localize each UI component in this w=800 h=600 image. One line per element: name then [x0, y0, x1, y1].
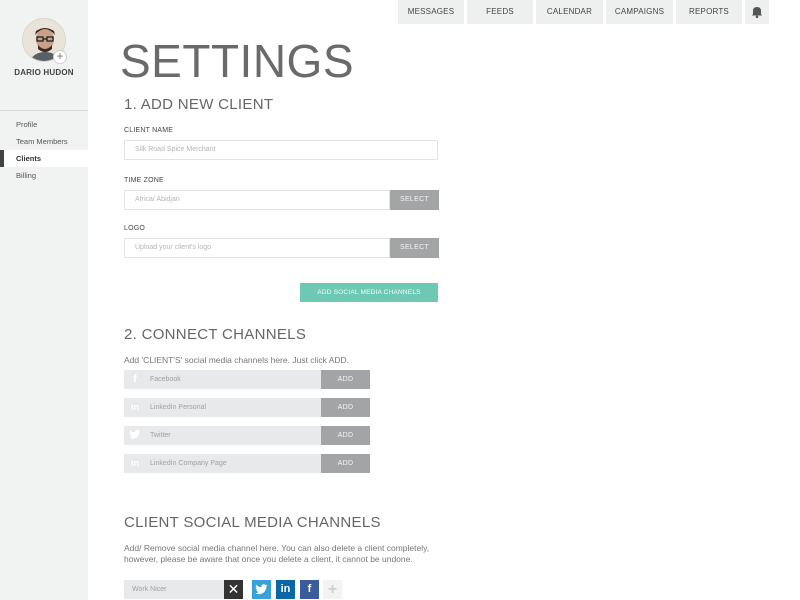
- timezone-input[interactable]: Africa/ Abidjan: [124, 190, 390, 210]
- connect-channels-title: 2. CONNECT CHANNELS: [124, 326, 307, 343]
- add-photo-icon[interactable]: +: [53, 50, 67, 64]
- sidebar-menu: Profile Team Members Clients Billing: [0, 116, 88, 184]
- logo-select-button[interactable]: SELECT: [390, 238, 439, 258]
- add-facebook-button[interactable]: ADD: [321, 370, 370, 389]
- client-channels-helper-line2: however, please be aware that once you d…: [124, 554, 413, 564]
- add-social-media-channels-button[interactable]: ADD SOCIAL MEDIA CHANNELS: [300, 283, 438, 302]
- channel-row-facebook: f Facebook ADD: [124, 370, 370, 389]
- channel-name: LinkedIn Company Page: [150, 460, 227, 467]
- page-title: SETTINGS: [120, 34, 354, 88]
- add-linkedin-personal-button[interactable]: ADD: [321, 398, 370, 417]
- nav-reports[interactable]: REPORTS: [676, 0, 742, 24]
- twitter-icon: [128, 429, 142, 442]
- channel-row-linkedin-personal: in LinkedIn Personal ADD: [124, 398, 370, 417]
- sidebar: + DARIO HUDON Profile Team Members Clien…: [0, 0, 88, 600]
- sidebar-item-team-members[interactable]: Team Members: [0, 133, 88, 150]
- add-client-title: 1. ADD NEW CLIENT: [124, 96, 274, 113]
- nav-feeds[interactable]: FEEDS: [467, 0, 533, 24]
- connect-helper-text: Add 'CLIENT'S' social media channels her…: [124, 355, 350, 365]
- nav-calendar[interactable]: CALENDAR: [536, 0, 603, 24]
- twitter-icon[interactable]: [252, 580, 271, 599]
- add-linkedin-company-button[interactable]: ADD: [321, 454, 370, 473]
- client-name-label: CLIENT NAME: [124, 127, 174, 134]
- facebook-icon[interactable]: f: [300, 580, 319, 599]
- logo-label: LOGO: [124, 225, 146, 232]
- logo-upload-input[interactable]: Upload your client's logo: [124, 238, 390, 258]
- add-twitter-button[interactable]: ADD: [321, 426, 370, 445]
- channel-row-linkedin-company: in LinkedIn Company Page ADD: [124, 454, 370, 473]
- close-icon[interactable]: ✕: [224, 580, 243, 599]
- nav-campaigns[interactable]: CAMPAIGNS: [606, 0, 673, 24]
- sidebar-item-clients[interactable]: Clients: [0, 150, 88, 167]
- sidebar-item-profile[interactable]: Profile: [0, 116, 88, 133]
- user-name: DARIO HUDON: [14, 68, 74, 77]
- client-name-input[interactable]: Silk Road Spice Merchant: [124, 140, 438, 160]
- sidebar-item-billing[interactable]: Billing: [0, 167, 88, 184]
- nav-messages[interactable]: MESSAGES: [398, 0, 464, 24]
- channel-row-twitter: Twitter ADD: [124, 426, 370, 445]
- client-channels-title: CLIENT SOCIAL MEDIA CHANNELS: [124, 514, 381, 531]
- linkedin-icon[interactable]: in: [276, 580, 295, 599]
- client-name: Work Nicer: [124, 580, 224, 599]
- facebook-icon: f: [133, 373, 137, 385]
- bell-icon[interactable]: [745, 0, 769, 24]
- channel-name: Twitter: [150, 432, 171, 439]
- page-title-text: SETTINGS: [120, 35, 355, 87]
- timezone-label: TIME ZONE: [124, 177, 164, 184]
- timezone-select-button[interactable]: SELECT: [390, 190, 439, 210]
- channel-name: LinkedIn Personal: [150, 404, 207, 411]
- client-channels-helper-line1: Add/ Remove social media channel here. Y…: [124, 543, 430, 553]
- top-nav: MESSAGES FEEDS CALENDAR CAMPAIGNS REPORT…: [398, 0, 769, 24]
- linkedin-icon: in: [131, 458, 139, 468]
- sidebar-divider: [0, 110, 88, 111]
- plus-icon[interactable]: +: [323, 580, 342, 599]
- linkedin-icon: in: [131, 402, 139, 412]
- channel-name: Facebook: [150, 376, 181, 383]
